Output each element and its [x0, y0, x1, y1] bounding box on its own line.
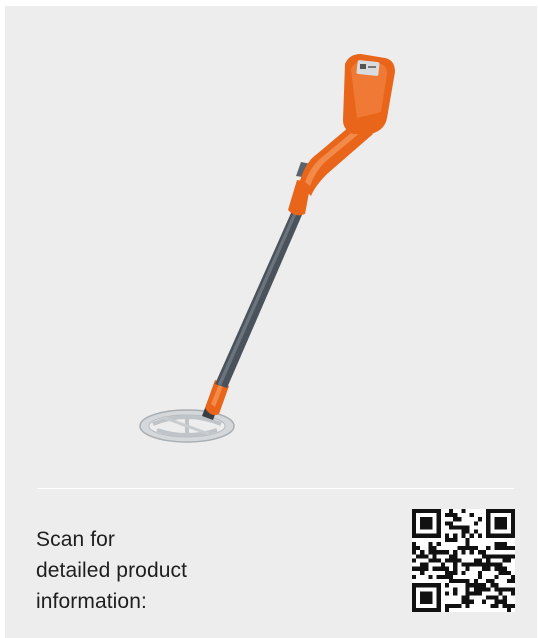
scan-caption: Scan for detailed product information: — [36, 524, 296, 617]
product-image — [139, 54, 395, 443]
scan-caption-line-2: detailed product — [36, 559, 188, 582]
qr-code-graphic — [412, 509, 515, 612]
qr-code-icon[interactable] — [412, 509, 515, 612]
divider — [37, 488, 514, 489]
search-coil — [139, 409, 235, 443]
product-card: Scan for detailed product information: — [5, 6, 537, 638]
scan-caption-line-3: information: — [36, 590, 147, 613]
scan-caption-line-1: Scan for — [36, 528, 116, 551]
